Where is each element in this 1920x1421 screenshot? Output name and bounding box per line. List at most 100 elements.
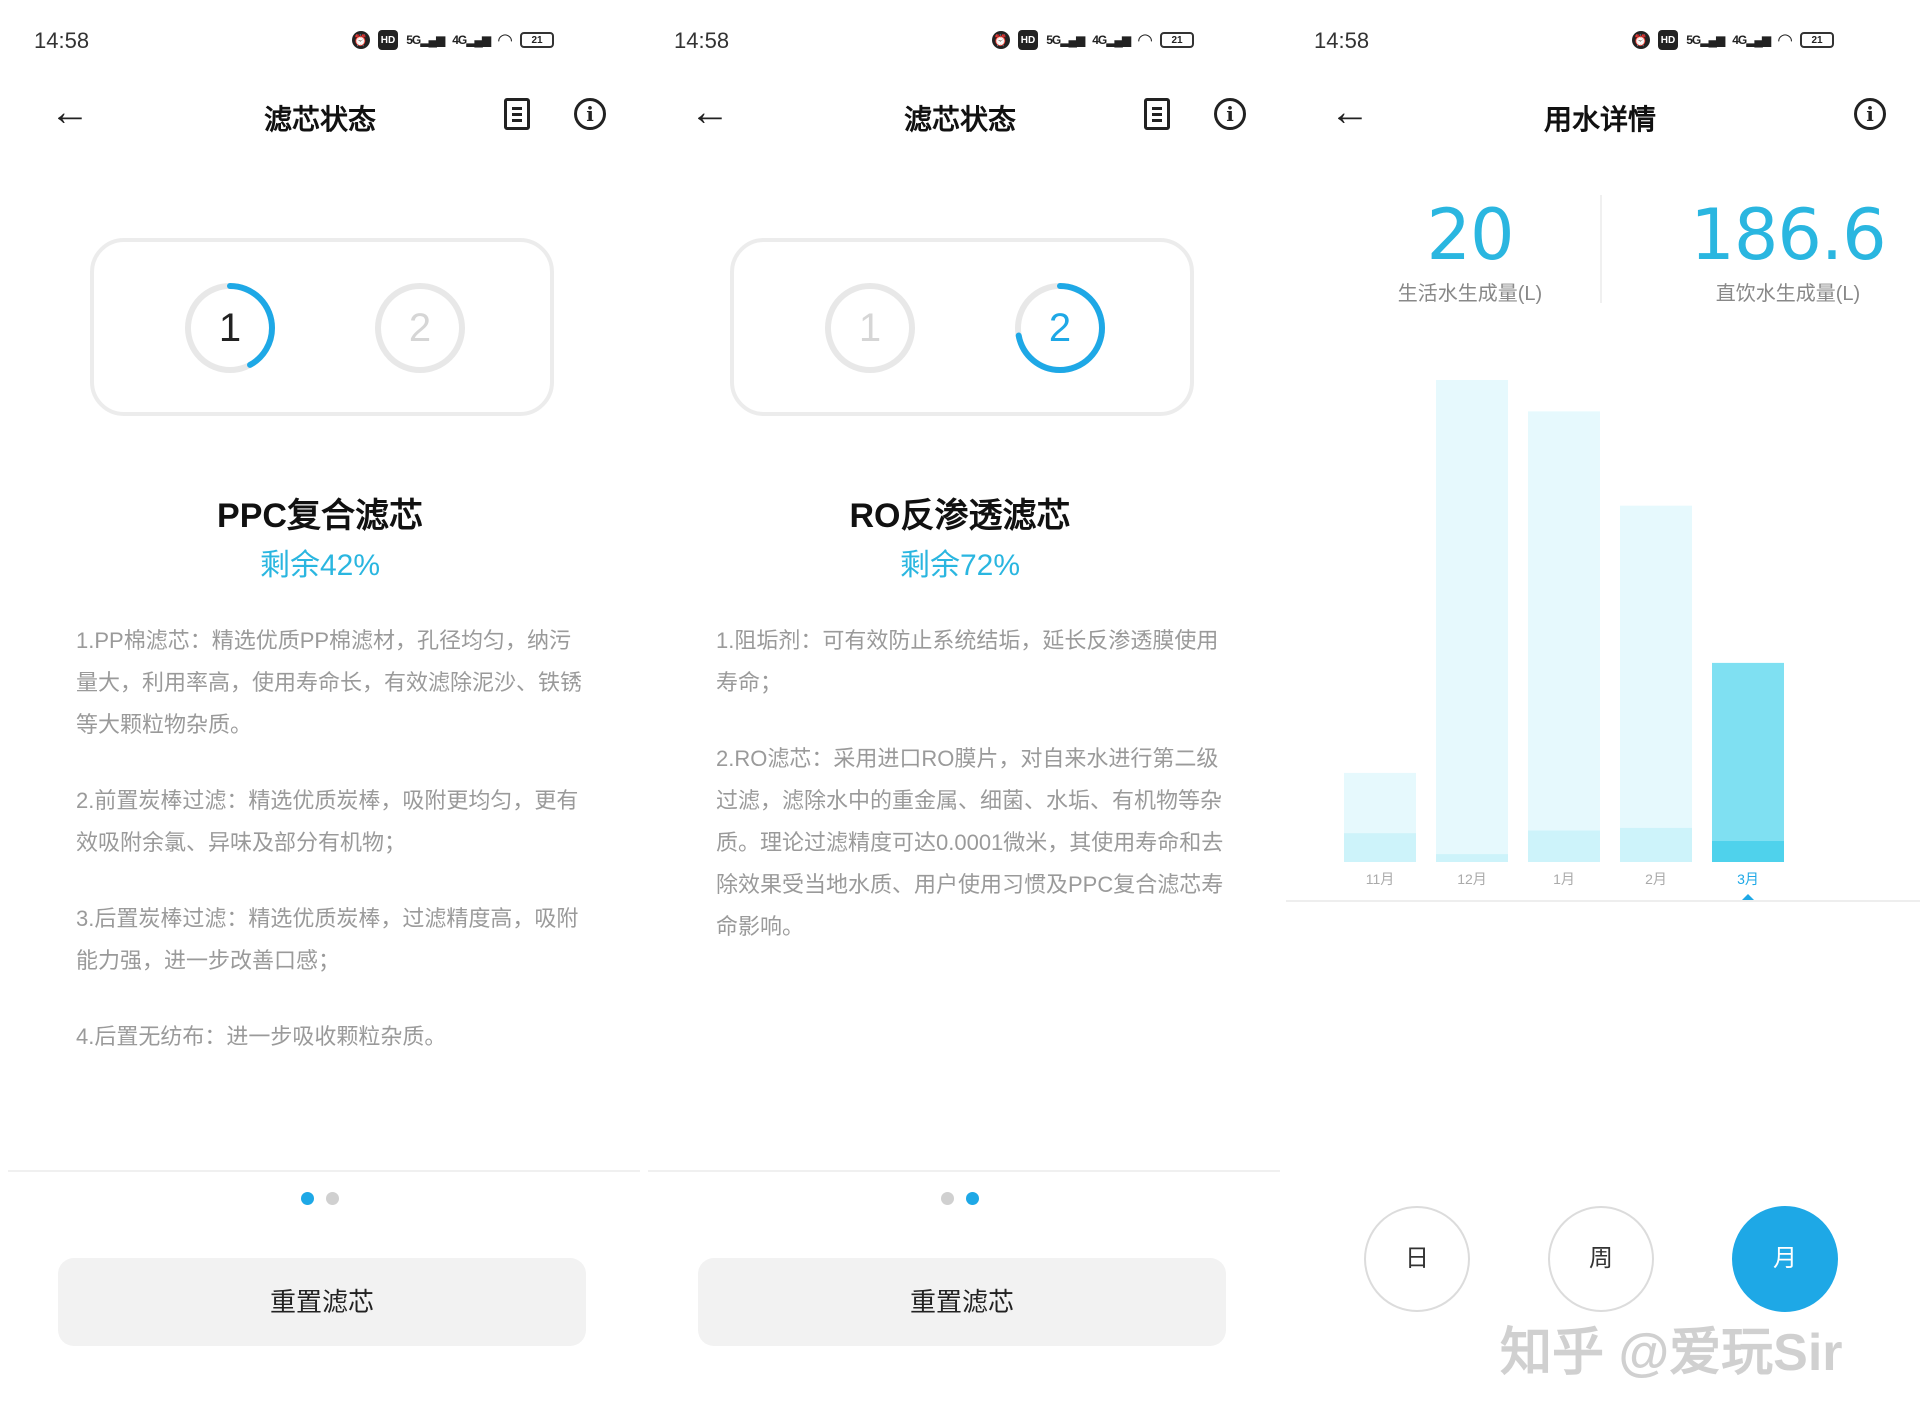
bar-lower xyxy=(1344,833,1416,862)
x-tick-label: 2月 xyxy=(1645,871,1667,887)
x-tick-label: 12月 xyxy=(1457,871,1487,887)
period-day-button[interactable]: 日 xyxy=(1364,1206,1470,1312)
status-bar: 14:58 ⏰ HD 5G▂▄▆ 4G▂▄▆ ◠ 21 xyxy=(640,20,1280,64)
filter-remaining: 剩余72% xyxy=(899,549,1021,582)
filter-status-screen-2: 14:58 ⏰ HD 5G▂▄▆ 4G▂▄▆ ◠ 21 ← 滤芯状态 i 1 2… xyxy=(640,0,1280,1421)
stat-label: 生活水生成量(L) xyxy=(1397,283,1543,305)
wifi-icon: ◠ xyxy=(1138,29,1152,50)
info-icon[interactable]: i xyxy=(574,98,606,130)
filter-description: 1.PP棉滤芯：精选优质PP棉滤材，孔径均匀，纳污量大，利用率高，使用寿命长，有… xyxy=(76,620,586,1092)
description-paragraph: 4.后置无纺布：进一步吸收颗粒杂质。 xyxy=(76,1024,447,1049)
signal-4g-icon: 4G▂▄▆ xyxy=(452,33,491,47)
page-dot[interactable] xyxy=(941,1192,954,1205)
filter-ring-1[interactable]: 1 xyxy=(824,282,916,374)
description-paragraph: 1.阻垢剂：可有效防止系统结垢，延长反渗透膜使用寿命； xyxy=(716,628,1219,695)
x-tick-label: 11月 xyxy=(1366,871,1395,887)
bar-total xyxy=(1528,411,1600,862)
status-bar: 14:58 ⏰ HD 5G▂▄▆ 4G▂▄▆ ◠ 21 xyxy=(0,20,640,64)
usage-bar-chart: 11月 12月 1月 2月 3月 xyxy=(1286,380,1920,902)
description-paragraph: 1.PP棉滤芯：精选优质PP棉滤材，孔径均匀，纳污量大，利用率高，使用寿命长，有… xyxy=(76,628,583,737)
nav-bar: ← 用水详情 i xyxy=(1280,84,1920,144)
status-time: 14:58 xyxy=(1314,28,1370,53)
status-time: 14:58 xyxy=(674,28,730,53)
filter-name: RO反渗透滤芯 xyxy=(849,497,1071,535)
alarm-icon: ⏰ xyxy=(351,31,370,49)
status-bar: 14:58 ⏰ HD 5G▂▄▆ 4G▂▄▆ ◠ 21 xyxy=(1280,20,1920,64)
x-tick-label: 3月 xyxy=(1737,871,1759,887)
signal-5g-icon: 5G▂▄▆ xyxy=(1686,33,1725,47)
signal-5g-icon: 5G▂▄▆ xyxy=(406,33,445,47)
info-icon[interactable]: i xyxy=(1214,98,1246,130)
bar-total xyxy=(1436,380,1508,862)
hd-icon: HD xyxy=(1017,30,1039,50)
filter-ring-2[interactable]: 2 xyxy=(374,282,466,374)
filter-ring-1[interactable]: 1 xyxy=(184,282,276,374)
status-icons: ⏰ HD 5G▂▄▆ 4G▂▄▆ ◠ 21 xyxy=(351,29,554,50)
stat-label: 直饮水生成量(L) xyxy=(1715,283,1861,305)
reset-filter-button[interactable]: 重置滤芯 xyxy=(698,1258,1226,1346)
page-title: 用水详情 xyxy=(1543,104,1656,135)
bar-total xyxy=(1620,505,1692,862)
document-icon[interactable] xyxy=(1144,98,1170,130)
divider xyxy=(8,1170,640,1172)
filter-name: PPC复合滤芯 xyxy=(217,497,423,535)
selected-indicator xyxy=(1741,894,1755,901)
period-week-button[interactable]: 周 xyxy=(1548,1206,1654,1312)
signal-4g-icon: 4G▂▄▆ xyxy=(1732,33,1771,47)
status-icons: ⏰ HD 5G▂▄▆ 4G▂▄▆ ◠ 21 xyxy=(991,29,1194,50)
page-title: 滤芯状态 xyxy=(263,104,376,135)
nav-bar: ← 滤芯状态 i xyxy=(0,84,640,144)
filter-remaining: 剩余42% xyxy=(259,549,381,582)
battery-icon: 21 xyxy=(520,32,554,48)
description-paragraph: 2.前置炭棒过滤：精选优质炭棒，吸附更均匀，更有效吸附余氯、异味及部分有机物； xyxy=(76,788,579,855)
divider xyxy=(648,1170,1280,1172)
nav-bar: ← 滤芯状态 i xyxy=(640,84,1280,144)
filter-description: 1.阻垢剂：可有效防止系统结垢，延长反渗透膜使用寿命； 2.RO滤芯：采用进口R… xyxy=(716,620,1226,982)
description-paragraph: 2.RO滤芯：采用进口RO膜片，对自来水进行第二级过滤，滤除水中的重金属、细菌、… xyxy=(716,746,1224,939)
wifi-icon: ◠ xyxy=(498,29,512,50)
battery-icon: 21 xyxy=(1160,32,1194,48)
period-selector: 日 周 月 xyxy=(1280,1206,1920,1316)
filter-number: 2 xyxy=(408,306,432,350)
stat-value: 20 xyxy=(1426,194,1514,276)
filter-number: 1 xyxy=(858,306,882,350)
alarm-icon: ⏰ xyxy=(991,31,1010,49)
water-usage-screen: 14:58 ⏰ HD 5G▂▄▆ 4G▂▄▆ ◠ 21 ← 用水详情 i 20 … xyxy=(1280,0,1920,1421)
page-title: 滤芯状态 xyxy=(903,104,1016,135)
stat-value: 186.6 xyxy=(1690,194,1886,276)
filter-status-screen-1: 14:58 ⏰ HD 5G▂▄▆ 4G▂▄▆ ◠ 21 ← 滤芯状态 i 1 2… xyxy=(0,0,640,1421)
period-month-button[interactable]: 月 xyxy=(1732,1206,1838,1312)
bar-lower xyxy=(1712,841,1784,862)
bar-lower xyxy=(1620,827,1692,862)
signal-5g-icon: 5G▂▄▆ xyxy=(1046,33,1085,47)
domestic-water-stat: 20 生活水生成量(L) xyxy=(1340,195,1600,306)
signal-4g-icon: 4G▂▄▆ xyxy=(1092,33,1131,47)
wifi-icon: ◠ xyxy=(1778,29,1792,50)
document-icon[interactable] xyxy=(504,98,530,130)
page-dot-active[interactable] xyxy=(301,1192,314,1205)
filter-number: 2 xyxy=(1048,306,1072,350)
info-icon[interactable]: i xyxy=(1854,98,1886,130)
status-time: 14:58 xyxy=(34,28,90,53)
hd-icon: HD xyxy=(1657,30,1679,50)
filter-ring-2[interactable]: 2 xyxy=(1014,282,1106,374)
watermark: 知乎 @爱玩Sir xyxy=(1500,1324,1843,1382)
page-indicator xyxy=(640,1192,1280,1205)
reset-filter-button[interactable]: 重置滤芯 xyxy=(58,1258,586,1346)
drinking-water-stat: 186.6 直饮水生成量(L) xyxy=(1658,195,1918,306)
bar-lower xyxy=(1436,854,1508,862)
battery-icon: 21 xyxy=(1800,32,1834,48)
stat-divider xyxy=(1600,195,1602,303)
x-tick-label: 1月 xyxy=(1553,871,1575,887)
description-paragraph: 3.后置炭棒过滤：精选优质炭棒，过滤精度高，吸附能力强，进一步改善口感； xyxy=(76,906,579,973)
page-dot-active[interactable] xyxy=(966,1192,979,1205)
alarm-icon: ⏰ xyxy=(1631,31,1650,49)
status-icons: ⏰ HD 5G▂▄▆ 4G▂▄▆ ◠ 21 xyxy=(1631,29,1834,50)
page-indicator xyxy=(0,1192,640,1205)
bar-total xyxy=(1712,662,1784,862)
filter-number: 1 xyxy=(218,306,242,350)
filter-selector-card: 1 2 xyxy=(730,238,1194,416)
page-dot[interactable] xyxy=(326,1192,339,1205)
bar-lower xyxy=(1528,830,1600,862)
filter-selector-card: 1 2 xyxy=(90,238,554,416)
